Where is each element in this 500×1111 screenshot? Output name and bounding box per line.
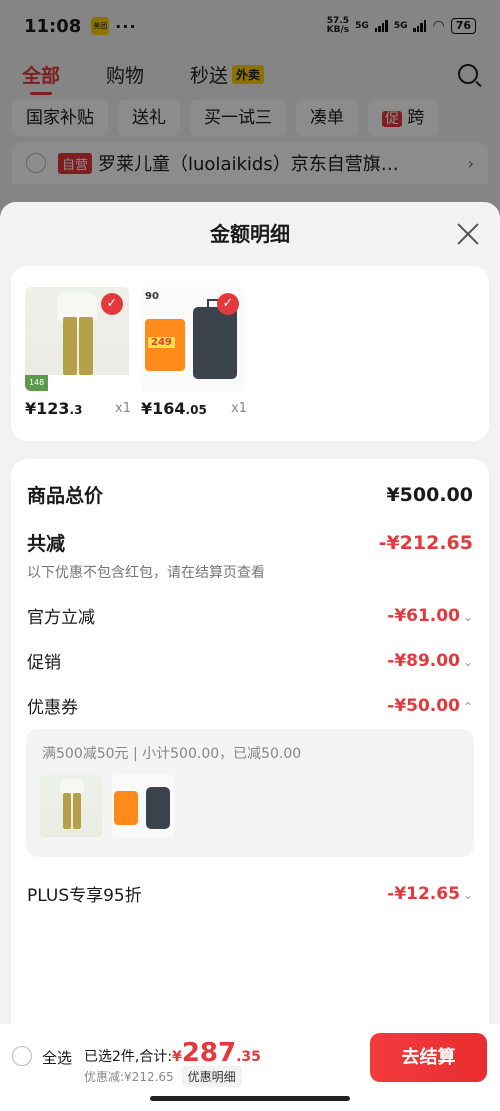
price-tag-label: 148 — [25, 375, 49, 391]
promotion-row[interactable]: 促销 -¥89.00 ⌄ — [27, 648, 473, 674]
official-discount-value: -¥61.00 ⌄ — [387, 605, 473, 626]
coupon-thumb-pants — [40, 775, 102, 837]
total-integer: 287 — [181, 1038, 237, 1068]
amount-detail-sheet: 金额明细 148 ✓ ¥123.3 x1 90 249 ✓ ¥164.05 x1 — [0, 202, 500, 1111]
discount-text: 优惠减:¥212.65 — [84, 1070, 174, 1084]
promotion-value: -¥89.00 ⌄ — [387, 650, 473, 671]
selected-total: 已选2件,合计: ¥ 287 .35 — [84, 1038, 261, 1068]
promo-sticker: 249 — [145, 319, 185, 371]
coupon-value: -¥50.00 ⌃ — [387, 695, 473, 716]
total-value: ¥500.00 — [386, 483, 473, 506]
reduce-value: -¥212.65 — [378, 531, 473, 554]
product-item-pants[interactable]: 148 ✓ ¥123.3 x1 — [25, 287, 131, 418]
product-image-pants: 148 ✓ — [25, 287, 129, 391]
product-price: ¥123.3 — [25, 399, 83, 418]
chevron-down-icon: ⌄ — [462, 609, 473, 624]
select-all-label[interactable]: 全选 — [42, 1047, 72, 1068]
coupon-row[interactable]: 优惠券 -¥50.00 ⌃ — [27, 693, 473, 719]
discount-detail-button[interactable]: 优惠明细 — [181, 1066, 242, 1087]
checked-icon: ✓ — [217, 293, 239, 315]
checkout-button[interactable]: 去结算 — [370, 1033, 487, 1082]
chevron-up-icon: ⌃ — [462, 699, 473, 714]
discount-summary: 优惠减:¥212.65 优惠明细 — [84, 1066, 242, 1087]
luggage-icon — [193, 307, 237, 379]
promo-price: 249 — [148, 337, 175, 348]
promotion-label: 促销 — [27, 653, 61, 673]
coupon-label: 优惠券 — [27, 698, 78, 718]
plus-discount-label: PLUS专享95折 — [27, 886, 142, 906]
official-discount-label: 官方立减 — [27, 608, 95, 628]
coupon-detail-box: 满500减50元 | 小计500.00，已减50.00 — [26, 729, 474, 857]
price-details-card: 商品总价 ¥500.00 共减 -¥212.65 以下优惠不包含红包，请在结算页… — [11, 459, 489, 1111]
currency-symbol: ¥ — [172, 1049, 182, 1065]
total-label: 商品总价 — [27, 485, 104, 507]
product-qty: x1 — [231, 401, 247, 416]
select-all-radio[interactable] — [12, 1046, 32, 1066]
reduce-row: 共减 -¥212.65 — [27, 529, 473, 556]
reduce-note: 以下优惠不包含红包，请在结算页查看 — [27, 565, 265, 581]
total-decimal: .35 — [236, 1049, 261, 1065]
chevron-down-icon: ⌄ — [462, 887, 473, 902]
total-row: 商品总价 ¥500.00 — [27, 481, 473, 508]
coupon-thumb-luggage — [112, 775, 174, 837]
close-icon[interactable] — [456, 222, 480, 246]
reduce-label: 共减 — [27, 533, 66, 555]
checked-icon: ✓ — [101, 293, 123, 315]
product-image-luggage: 90 249 ✓ — [141, 287, 245, 391]
official-discount-row[interactable]: 官方立减 -¥61.00 ⌄ — [27, 603, 473, 629]
coupon-detail-text: 满500减50元 | 小计500.00，已减50.00 — [42, 746, 302, 762]
product-list-card: 148 ✓ ¥123.3 x1 90 249 ✓ ¥164.05 x1 — [11, 266, 489, 441]
plus-discount-row[interactable]: PLUS专享95折 -¥12.65 ⌄ — [27, 881, 473, 907]
product-price: ¥164.05 — [141, 399, 207, 418]
product-item-luggage[interactable]: 90 249 ✓ ¥164.05 x1 — [141, 287, 247, 418]
plus-discount-value: -¥12.65 ⌄ — [387, 883, 473, 904]
sheet-title: 金额明细 — [210, 222, 290, 246]
chevron-down-icon: ⌄ — [462, 654, 473, 669]
brand-logo-icon: 90 — [145, 291, 159, 302]
selected-count-text: 已选2件,合计: — [84, 1049, 173, 1065]
home-indicator[interactable] — [150, 1096, 350, 1101]
product-qty: x1 — [115, 401, 131, 416]
